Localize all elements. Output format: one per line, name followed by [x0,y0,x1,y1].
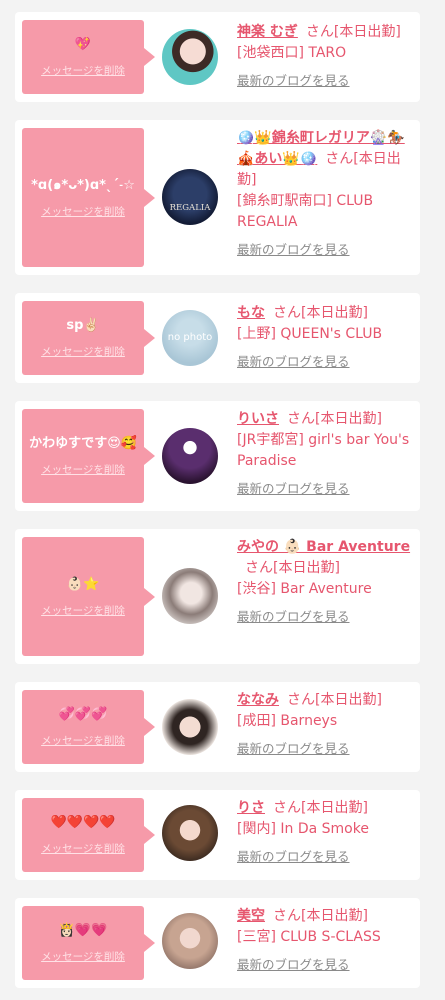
attendance-status: さん[本日出勤] [287,692,382,708]
attendance-status: さん[本日出勤] [245,560,340,576]
avatar-logo-text: REGALIA [169,203,211,213]
profile-name-link[interactable]: 美空 [237,908,265,924]
message-bubble: 💞💞💞 メッセージを削除 [22,690,155,764]
message-card: ❤️❤️❤️❤️ メッセージを削除 りさ さん[本日出勤] [関内] In Da … [15,790,420,880]
profile-name-link[interactable]: 神楽 むぎ [237,24,298,40]
message-text: *ɑ(๑*ᴗ*)ɑ*ˎˊ˗☆ [31,177,135,193]
delete-message-link[interactable]: メッセージを削除 [41,204,125,219]
message-card: sp✌🏻 メッセージを削除 no photo もな さん[本日出勤] [上野] Q… [15,293,420,383]
message-card: 👸🏻💗💗 メッセージを削除 美空 さん[本日出勤] [三宮] CLUB S-CLA… [15,898,420,988]
message-text: 💖 [74,37,92,52]
delete-message-link[interactable]: メッセージを削除 [41,841,125,856]
attendance-status: さん[本日出勤] [305,24,401,40]
profile-info: みやの 👶🏻 Bar Aventure さん[本日出勤] [渋谷] Bar Ave… [237,537,415,627]
delete-message-link[interactable]: メッセージを削除 [41,462,125,477]
avatar-no-photo-text: no photo [167,332,213,343]
message-bubble: 💖 メッセージを削除 [22,20,155,94]
delete-message-link[interactable]: メッセージを削除 [41,949,125,964]
profile-name-link[interactable]: りさ [237,800,265,816]
shop-name: [錦糸町駅南口] CLUB REGALIA [237,193,374,230]
message-text: ❤️❤️❤️❤️ [50,815,116,830]
attendance-status: さん[本日出勤] [273,800,368,816]
message-card: 💖 メッセージを削除 神楽 むぎ さん[本日出勤] [池袋西口] TARO 最新の… [15,12,420,102]
message-bubble: 👸🏻💗💗 メッセージを削除 [22,906,155,980]
delete-message-link[interactable]: メッセージを削除 [41,344,125,359]
profile-info: りいさ さん[本日出勤] [JR宇都宮] girl's bar You's Par… [237,409,415,499]
profile-info: りさ さん[本日出勤] [関内] In Da Smoke 最新のブログを見る [237,798,415,867]
shop-name: [成田] Barneys [237,713,338,729]
profile-name-link[interactable]: みやの 👶🏻 Bar Aventure [237,539,410,555]
message-text: sp✌🏻 [66,318,100,333]
latest-blog-link[interactable]: 最新のブログを見る [237,738,415,759]
message-bubble: かわゆすです😍🥰 メッセージを削除 [22,409,155,503]
profile-name-link[interactable]: ななみ [237,692,279,708]
latest-blog-link[interactable]: 最新のブログを見る [237,70,415,91]
message-card: 💞💞💞 メッセージを削除 ななみ さん[本日出勤] [成田] Barneys 最新… [15,682,420,772]
profile-name-link[interactable]: りいさ [237,411,279,427]
message-text: かわゆすです😍🥰 [29,436,137,451]
message-bubble: ❤️❤️❤️❤️ メッセージを削除 [22,798,155,872]
profile-name-link[interactable]: もな [237,305,265,321]
delete-message-link[interactable]: メッセージを削除 [41,603,125,618]
message-text: 👶🏻⭐ [66,576,100,592]
latest-blog-link[interactable]: 最新のブログを見る [237,239,415,260]
shop-name: [渋谷] Bar Aventure [237,581,372,597]
delete-message-link[interactable]: メッセージを削除 [41,733,125,748]
delete-message-link[interactable]: メッセージを削除 [41,63,125,78]
profile-info: 🪩👑錦糸町レガリア🎡🏇🎪あい👑🪩 さん[本日出勤] [錦糸町駅南口] CLUB R… [237,128,415,260]
message-text: 👸🏻💗💗 [58,923,108,938]
attendance-status: さん[本日出勤] [273,908,368,924]
profile-info: 美空 さん[本日出勤] [三宮] CLUB S-CLASS 最新のブログを見る [237,906,415,975]
latest-blog-link[interactable]: 最新のブログを見る [237,351,415,372]
latest-blog-link[interactable]: 最新のブログを見る [237,606,415,627]
avatar[interactable] [162,913,218,969]
message-card: 👶🏻⭐ メッセージを削除 みやの 👶🏻 Bar Aventure さん[本日出勤]… [15,529,420,664]
latest-blog-link[interactable]: 最新のブログを見る [237,954,415,975]
shop-name: [上野] QUEEN's CLUB [237,326,383,342]
message-text: 💞💞💞 [58,707,108,722]
message-bubble: 👶🏻⭐ メッセージを削除 [22,537,155,656]
avatar[interactable]: no photo [162,310,218,366]
profile-info: ななみ さん[本日出勤] [成田] Barneys 最新のブログを見る [237,690,415,759]
avatar[interactable] [162,805,218,861]
message-card: かわゆすです😍🥰 メッセージを削除 りいさ さん[本日出勤] [JR宇都宮] gi… [15,401,420,511]
avatar[interactable] [162,428,218,484]
avatar[interactable] [162,29,218,85]
shop-name: [池袋西口] TARO [237,45,347,61]
attendance-status: さん[本日出勤] [287,411,382,427]
shop-name: [JR宇都宮] girl's bar You's Paradise [237,432,410,469]
message-bubble: *ɑ(๑*ᴗ*)ɑ*ˎˊ˗☆ メッセージを削除 [22,128,155,267]
message-card: *ɑ(๑*ᴗ*)ɑ*ˎˊ˗☆ メッセージを削除 REGALIA 🪩👑錦糸町レガリ… [15,120,420,275]
attendance-status: さん[本日出勤] [273,305,368,321]
avatar[interactable] [162,568,218,624]
latest-blog-link[interactable]: 最新のブログを見る [237,478,415,499]
profile-info: もな さん[本日出勤] [上野] QUEEN's CLUB 最新のブログを見る [237,303,415,372]
avatar[interactable]: REGALIA [162,169,218,225]
shop-name: [三宮] CLUB S-CLASS [237,929,381,945]
latest-blog-link[interactable]: 最新のブログを見る [237,846,415,867]
profile-info: 神楽 むぎ さん[本日出勤] [池袋西口] TARO 最新のブログを見る [237,22,415,91]
message-bubble: sp✌🏻 メッセージを削除 [22,301,155,375]
avatar[interactable] [162,699,218,755]
shop-name: [関内] In Da Smoke [237,821,369,837]
